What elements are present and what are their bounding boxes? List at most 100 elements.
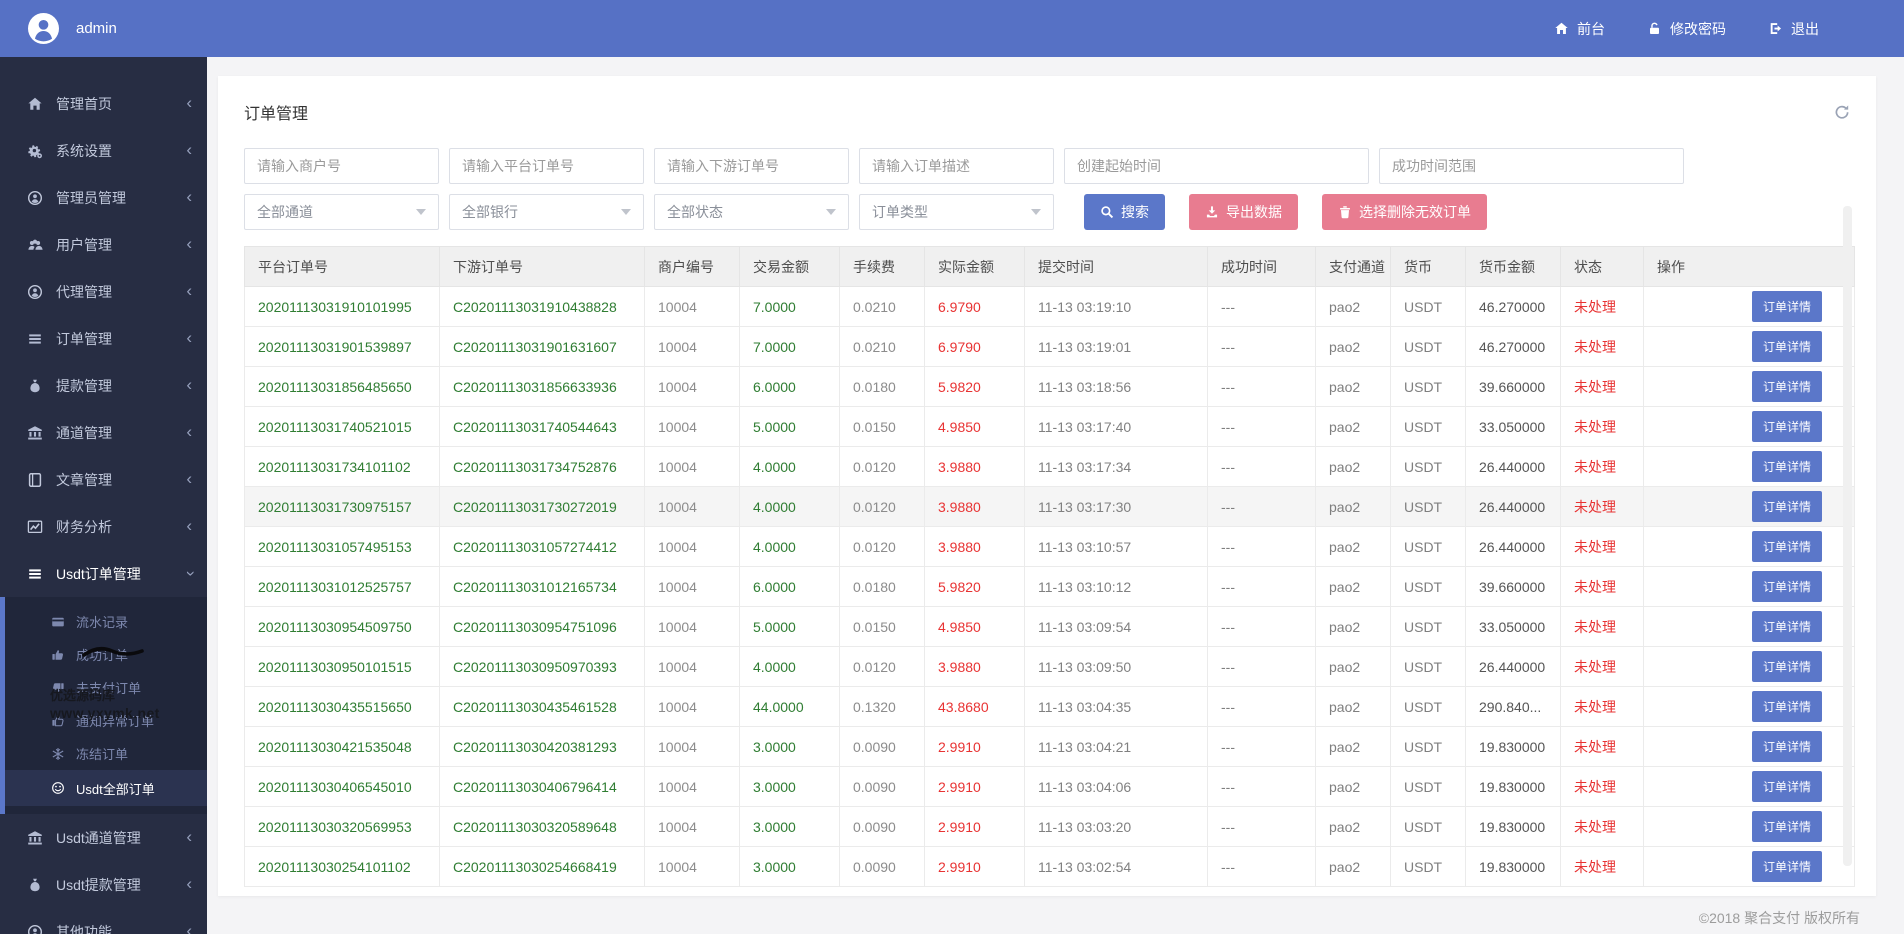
card-scrollbar[interactable] [1843, 206, 1852, 866]
cell-success_time: --- [1208, 287, 1316, 327]
orders-table-wrap: 平台订单号下游订单号商户编号交易金额手续费实际金额提交时间成功时间支付通道货币货… [244, 246, 1850, 887]
chart-icon [27, 519, 43, 535]
order-detail-button[interactable]: 订单详情 [1752, 651, 1822, 682]
cell-trade_amount: 4.0000 [740, 487, 840, 527]
home-icon [27, 96, 43, 112]
navbar-link-frontend[interactable]: 前台 [1554, 19, 1605, 39]
cell-action: 订单详情 [1644, 607, 1855, 647]
sidebar-item-label: Usdt通道管理 [56, 828, 186, 848]
sidebar-item-withdrawal-management[interactable]: 提款管理‹ [0, 362, 207, 409]
order-detail-button[interactable]: 订单详情 [1752, 531, 1822, 562]
cell-merchant_no: 10004 [645, 687, 740, 727]
cell-status: 未处理 [1561, 847, 1644, 887]
sidebar-item-system-settings[interactable]: 系统设置‹ [0, 127, 207, 174]
submenu-item-usdt-all-orders[interactable]: Usdt全部订单 [5, 770, 207, 806]
order-detail-button[interactable]: 订单详情 [1752, 491, 1822, 522]
cell-platform_order_no: 20201113031901539897 [245, 327, 440, 367]
sidebar-item-label: 财务分析 [56, 517, 186, 537]
sidebar-item-label: Usdt订单管理 [56, 564, 186, 584]
navbar-link-change-password[interactable]: 修改密码 [1647, 19, 1726, 39]
order-detail-button[interactable]: 订单详情 [1752, 371, 1822, 402]
submenu-item-success-orders[interactable]: 成功订单 [5, 638, 207, 671]
trash-icon [1338, 205, 1352, 219]
cell-submit_time: 11-13 03:17:30 [1025, 487, 1208, 527]
navbar-link-logout[interactable]: 退出 [1768, 19, 1819, 39]
cell-success_time: --- [1208, 367, 1316, 407]
cell-trade_amount: 3.0000 [740, 847, 840, 887]
sidebar-item-usdt-order-management[interactable]: Usdt订单管理‹ [0, 550, 207, 597]
status-select[interactable]: 全部状态 [654, 194, 849, 230]
cell-actual_amount: 6.9790 [925, 287, 1025, 327]
cell-trade_amount: 4.0000 [740, 647, 840, 687]
column-header-submit_time: 提交时间 [1025, 247, 1208, 287]
submenu-item-flow-records[interactable]: 流水记录 [5, 605, 207, 638]
cell-action: 订单详情 [1644, 327, 1855, 367]
order-detail-button[interactable]: 订单详情 [1752, 731, 1822, 762]
cell-currency_amount: 19.830000 [1466, 767, 1561, 807]
sidebar-item-usdt-channel-management[interactable]: Usdt通道管理‹ [0, 814, 207, 861]
sidebar-item-usdt-withdrawal-management[interactable]: Usdt提款管理‹ [0, 861, 207, 908]
caret-down-icon [621, 209, 631, 215]
submenu-item-notify-abnormal-orders[interactable]: 通知异常订单 [5, 704, 207, 737]
order-desc-input[interactable] [859, 148, 1054, 184]
sidebar-item-label: 其他功能 [56, 922, 186, 934]
merchant-no-input[interactable] [244, 148, 439, 184]
cell-submit_time: 11-13 03:04:21 [1025, 727, 1208, 767]
column-header-success_time: 成功时间 [1208, 247, 1316, 287]
cell-success_time: --- [1208, 647, 1316, 687]
sidebar-item-article-management[interactable]: 文章管理‹ [0, 456, 207, 503]
order-detail-button[interactable]: 订单详情 [1752, 571, 1822, 602]
sidebar-item-order-management[interactable]: 订单管理‹ [0, 315, 207, 362]
order-detail-button[interactable]: 订单详情 [1752, 811, 1822, 842]
cell-merchant_no: 10004 [645, 367, 740, 407]
cell-success_time: --- [1208, 447, 1316, 487]
chevron-left-icon: ‹ [186, 423, 192, 440]
sidebar-item-user-management[interactable]: 用户管理‹ [0, 221, 207, 268]
cell-currency: USDT [1391, 407, 1466, 447]
refresh-icon[interactable] [1834, 104, 1850, 120]
order-detail-button[interactable]: 订单详情 [1752, 691, 1822, 722]
user-avatar-icon[interactable] [28, 13, 59, 44]
bank-select[interactable]: 全部银行 [449, 194, 644, 230]
sidebar-item-label: 系统设置 [56, 141, 186, 161]
order-detail-button[interactable]: 订单详情 [1752, 411, 1822, 442]
order-type-select[interactable]: 订单类型 [859, 194, 1054, 230]
table-row: 20201113031057495153C2020111303105727441… [245, 527, 1855, 567]
cell-currency: USDT [1391, 847, 1466, 887]
search-button[interactable]: 搜索 [1084, 194, 1165, 230]
platform-order-no-input[interactable] [449, 148, 644, 184]
cell-trade_amount: 7.0000 [740, 327, 840, 367]
cell-status: 未处理 [1561, 367, 1644, 407]
submenu-item-unpaid-orders[interactable]: 未支付订单 [5, 671, 207, 704]
delete-invalid-orders-button[interactable]: 选择删除无效订单 [1322, 194, 1487, 230]
order-detail-button[interactable]: 订单详情 [1752, 451, 1822, 482]
cell-merchant_no: 10004 [645, 407, 740, 447]
cell-currency: USDT [1391, 807, 1466, 847]
downstream-order-no-input[interactable] [654, 148, 849, 184]
success-time-input[interactable] [1379, 148, 1684, 184]
cell-status: 未处理 [1561, 767, 1644, 807]
order-detail-button[interactable]: 订单详情 [1752, 291, 1822, 322]
create-time-input[interactable] [1064, 148, 1369, 184]
cell-status: 未处理 [1561, 727, 1644, 767]
order-detail-button[interactable]: 订单详情 [1752, 611, 1822, 642]
cell-actual_amount: 2.9910 [925, 767, 1025, 807]
order-detail-button[interactable]: 订单详情 [1752, 331, 1822, 362]
sidebar-item-finance-analysis[interactable]: 财务分析‹ [0, 503, 207, 550]
sidebar-item-admin-home[interactable]: 管理首页‹ [0, 80, 207, 127]
table-row: 20201113030950101515C2020111303095097039… [245, 647, 1855, 687]
cell-actual_amount: 3.9880 [925, 527, 1025, 567]
user-icon [27, 284, 43, 300]
submenu-item-frozen-orders[interactable]: 冻结订单 [5, 737, 207, 770]
cell-status: 未处理 [1561, 407, 1644, 447]
sidebar-item-admin-management[interactable]: 管理员管理‹ [0, 174, 207, 221]
sidebar-item-agent-management[interactable]: 代理管理‹ [0, 268, 207, 315]
sidebar-item-other-functions[interactable]: 其他功能‹ [0, 908, 207, 934]
export-data-button[interactable]: 导出数据 [1189, 194, 1298, 230]
order-detail-button[interactable]: 订单详情 [1752, 851, 1822, 882]
sidebar-item-channel-management[interactable]: 通道管理‹ [0, 409, 207, 456]
cell-merchant_no: 10004 [645, 487, 740, 527]
cell-action: 订单详情 [1644, 687, 1855, 727]
order-detail-button[interactable]: 订单详情 [1752, 771, 1822, 802]
channel-select[interactable]: 全部通道 [244, 194, 439, 230]
